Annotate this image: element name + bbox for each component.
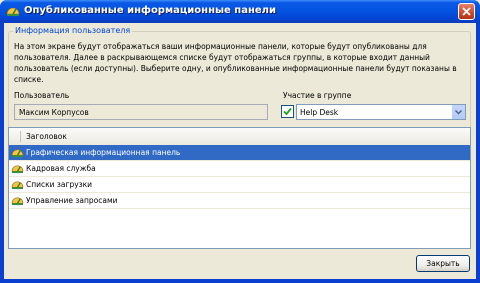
dashboard-icon — [11, 149, 24, 158]
dashboard-list: Заголовок Графическая информационная пан… — [8, 127, 471, 249]
list-item[interactable]: Списки загрузки — [9, 177, 470, 193]
group-checkbox[interactable] — [281, 105, 294, 118]
dashboard-icon — [11, 181, 24, 190]
window-title: Опубликованные информационные панели — [24, 5, 276, 16]
close-button[interactable]: Закрыть — [416, 255, 470, 272]
user-field: Максим Корпусов — [14, 104, 268, 120]
group-select[interactable]: Help Desk — [296, 104, 466, 120]
chevron-down-icon — [455, 110, 462, 115]
dashboard-icon — [11, 165, 24, 174]
dashboard-icon — [6, 7, 20, 16]
group-select-dropdown-button[interactable] — [451, 105, 465, 119]
title-bar[interactable]: Опубликованные информационные панели — [0, 0, 480, 23]
list-header[interactable]: Заголовок — [9, 128, 470, 146]
group-select-value: Help Desk — [300, 108, 339, 117]
list-item-label: Управление запросами — [26, 196, 118, 205]
close-icon — [462, 7, 471, 16]
list-item[interactable]: Графическая информационная панель — [9, 145, 470, 161]
list-item[interactable]: Управление запросами — [9, 193, 470, 209]
header-separator — [20, 131, 21, 142]
group-legend: Информация пользователя — [13, 26, 133, 35]
list-item[interactable]: Кадровая служба — [9, 161, 470, 177]
list-item-label: Списки загрузки — [26, 180, 93, 189]
list-item-label: Кадровая служба — [26, 164, 96, 173]
checkmark-icon — [283, 107, 292, 116]
user-label: Пользователь — [14, 91, 70, 100]
column-header-title[interactable]: Заголовок — [26, 132, 67, 141]
list-item-label: Графическая информационная панель — [26, 148, 181, 157]
description-text: На этом экране будут отображаться ваши и… — [14, 42, 457, 84]
dashboard-icon — [11, 197, 24, 206]
dialog-window: Опубликованные информационные панели Инф… — [0, 0, 480, 283]
dialog-client-area: Информация пользователя На этом экране б… — [4, 23, 476, 279]
group-label: Участие в группе — [283, 91, 352, 100]
title-close-button[interactable] — [458, 3, 475, 20]
